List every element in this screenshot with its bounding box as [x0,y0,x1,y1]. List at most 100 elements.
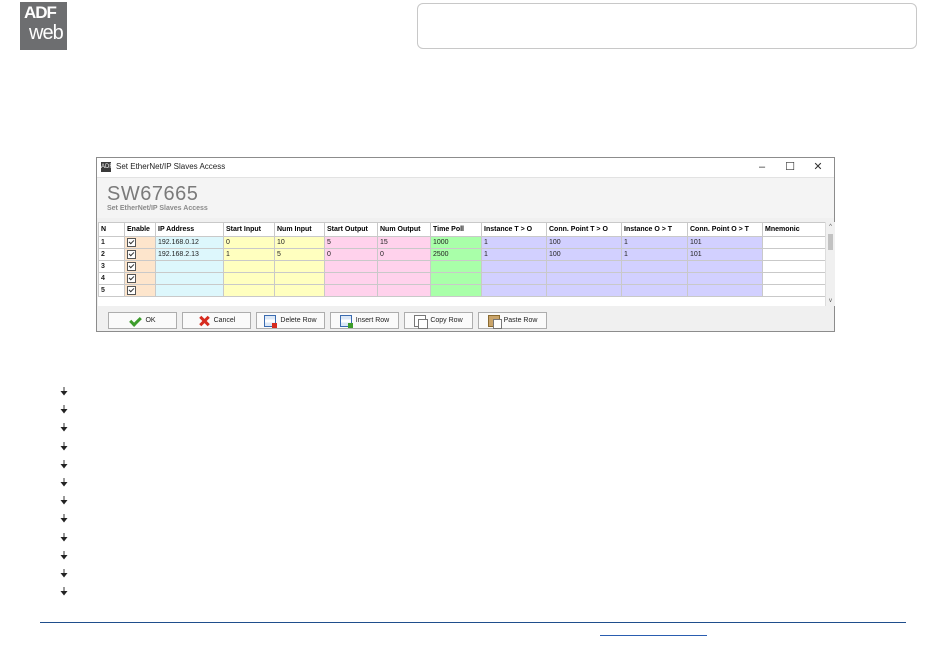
grid-cell-cp-ot[interactable]: 101 [687,248,763,261]
grid-cell-mnemonic[interactable] [762,236,825,249]
grid-cell-start-output[interactable]: 5 [324,236,378,249]
grid-cell-n[interactable]: 1 [98,236,125,249]
enable-checkbox[interactable] [127,238,136,247]
enable-checkbox[interactable] [127,250,136,259]
column-header[interactable]: Instance O > T [621,222,688,237]
column-header[interactable]: Conn. Point T > O [546,222,622,237]
grid-cell-cp-to[interactable]: 100 [546,248,622,261]
scrollbar-thumb[interactable] [828,234,833,250]
insert-row-button[interactable]: Insert Row [330,312,399,329]
grid-cell-cp-ot[interactable] [687,260,763,273]
grid-cell-ip[interactable]: 192.168.2.13 [155,248,224,261]
dialog-titlebar[interactable]: ADF Set EtherNet/IP Slaves Access – ☐ ✕ [97,158,834,178]
scroll-up-icon[interactable]: ^ [826,223,835,231]
column-header[interactable]: Num Output [377,222,431,237]
grid-cell-n[interactable]: 3 [98,260,125,273]
enable-checkbox[interactable] [127,286,136,295]
grid-cell-num-output[interactable] [377,272,431,285]
grid-cell-inst-to[interactable] [481,260,547,273]
grid-cell-enabled[interactable] [124,284,156,297]
column-header[interactable]: Start Output [324,222,378,237]
grid-cell-start-output[interactable]: 0 [324,248,378,261]
grid-vertical-scrollbar[interactable]: ^ v [825,222,835,306]
footer-link-underline[interactable] [600,635,707,636]
grid-cell-num-input[interactable] [274,272,325,285]
grid-cell-num-input[interactable] [274,284,325,297]
grid-cell-start-input[interactable]: 0 [223,236,275,249]
grid-cell-ip[interactable] [155,272,224,285]
delete-row-button[interactable]: Delete Row [256,312,325,329]
grid-cell-time-poll[interactable] [430,260,482,273]
scroll-down-icon[interactable]: v [826,297,835,305]
grid-cell-num-output[interactable] [377,260,431,273]
grid-cell-ip[interactable] [155,260,224,273]
column-header[interactable]: Mnemonic [762,222,825,237]
grid-cell-num-output[interactable]: 15 [377,236,431,249]
grid-cell-num-output[interactable] [377,284,431,297]
grid-cell-cp-ot[interactable]: 101 [687,236,763,249]
grid-cell-inst-ot[interactable] [621,284,688,297]
grid-cell-cp-ot[interactable] [687,272,763,285]
minimize-button[interactable]: – [748,159,776,175]
copy-row-button[interactable]: Copy Row [404,312,473,329]
column-header[interactable]: Start Input [223,222,275,237]
column-header[interactable]: N [98,222,125,237]
grid-cell-start-output[interactable] [324,284,378,297]
grid-cell-time-poll[interactable] [430,272,482,285]
grid-cell-inst-to[interactable]: 1 [481,236,547,249]
grid-cell-cp-to[interactable]: 100 [546,236,622,249]
grid-cell-start-input[interactable]: 1 [223,248,275,261]
grid-cell-mnemonic[interactable] [762,248,825,261]
column-header[interactable]: IP Address [155,222,224,237]
grid-cell-n[interactable]: 4 [98,272,125,285]
grid-cell-mnemonic[interactable] [762,272,825,285]
table-row[interactable]: 5 [98,284,825,297]
grid-cell-ip[interactable]: 192.168.0.12 [155,236,224,249]
grid-cell-mnemonic[interactable] [762,284,825,297]
grid-cell-start-input[interactable] [223,260,275,273]
grid-cell-time-poll[interactable] [430,284,482,297]
grid-cell-inst-ot[interactable]: 1 [621,248,688,261]
grid-cell-ip[interactable] [155,284,224,297]
column-header[interactable]: Num Input [274,222,325,237]
grid-cell-inst-to[interactable] [481,272,547,285]
grid-cell-enabled[interactable] [124,236,156,249]
grid-cell-num-input[interactable] [274,260,325,273]
grid-cell-inst-ot[interactable] [621,260,688,273]
grid-cell-start-input[interactable] [223,272,275,285]
grid-cell-enabled[interactable] [124,248,156,261]
grid-cell-n[interactable]: 2 [98,248,125,261]
grid-cell-time-poll[interactable]: 1000 [430,236,482,249]
enable-checkbox[interactable] [127,262,136,271]
grid-cell-enabled[interactable] [124,260,156,273]
grid-cell-num-input[interactable]: 5 [274,248,325,261]
grid-cell-inst-ot[interactable] [621,272,688,285]
table-row[interactable]: 4 [98,272,825,285]
grid-cell-time-poll[interactable]: 2500 [430,248,482,261]
grid-cell-mnemonic[interactable] [762,260,825,273]
close-button[interactable]: ✕ [804,159,832,175]
grid-cell-cp-to[interactable] [546,272,622,285]
ok-button[interactable]: OK [108,312,177,329]
grid-cell-cp-to[interactable] [546,260,622,273]
column-header[interactable]: Enable [124,222,156,237]
grid-cell-inst-to[interactable] [481,284,547,297]
grid-cell-n[interactable]: 5 [98,284,125,297]
column-header[interactable]: Instance T > O [481,222,547,237]
maximize-button[interactable]: ☐ [776,159,804,175]
column-header[interactable]: Conn. Point O > T [687,222,763,237]
grid-cell-inst-ot[interactable]: 1 [621,236,688,249]
table-row[interactable]: 3 [98,260,825,273]
grid-cell-start-input[interactable] [223,284,275,297]
column-header[interactable]: Time Poll [430,222,482,237]
grid-cell-start-output[interactable] [324,260,378,273]
grid-cell-enabled[interactable] [124,272,156,285]
grid-cell-cp-ot[interactable] [687,284,763,297]
paste-row-button[interactable]: Paste Row [478,312,547,329]
grid-cell-start-output[interactable] [324,272,378,285]
grid-cell-inst-to[interactable]: 1 [481,248,547,261]
grid-cell-num-input[interactable]: 10 [274,236,325,249]
table-row[interactable]: 2 192.168.2.13 1 5 0 0 2500 1 100 1 101 [98,248,825,261]
grid-cell-num-output[interactable]: 0 [377,248,431,261]
table-row[interactable]: 1 192.168.0.12 0 10 5 15 1000 1 100 1 101 [98,236,825,249]
